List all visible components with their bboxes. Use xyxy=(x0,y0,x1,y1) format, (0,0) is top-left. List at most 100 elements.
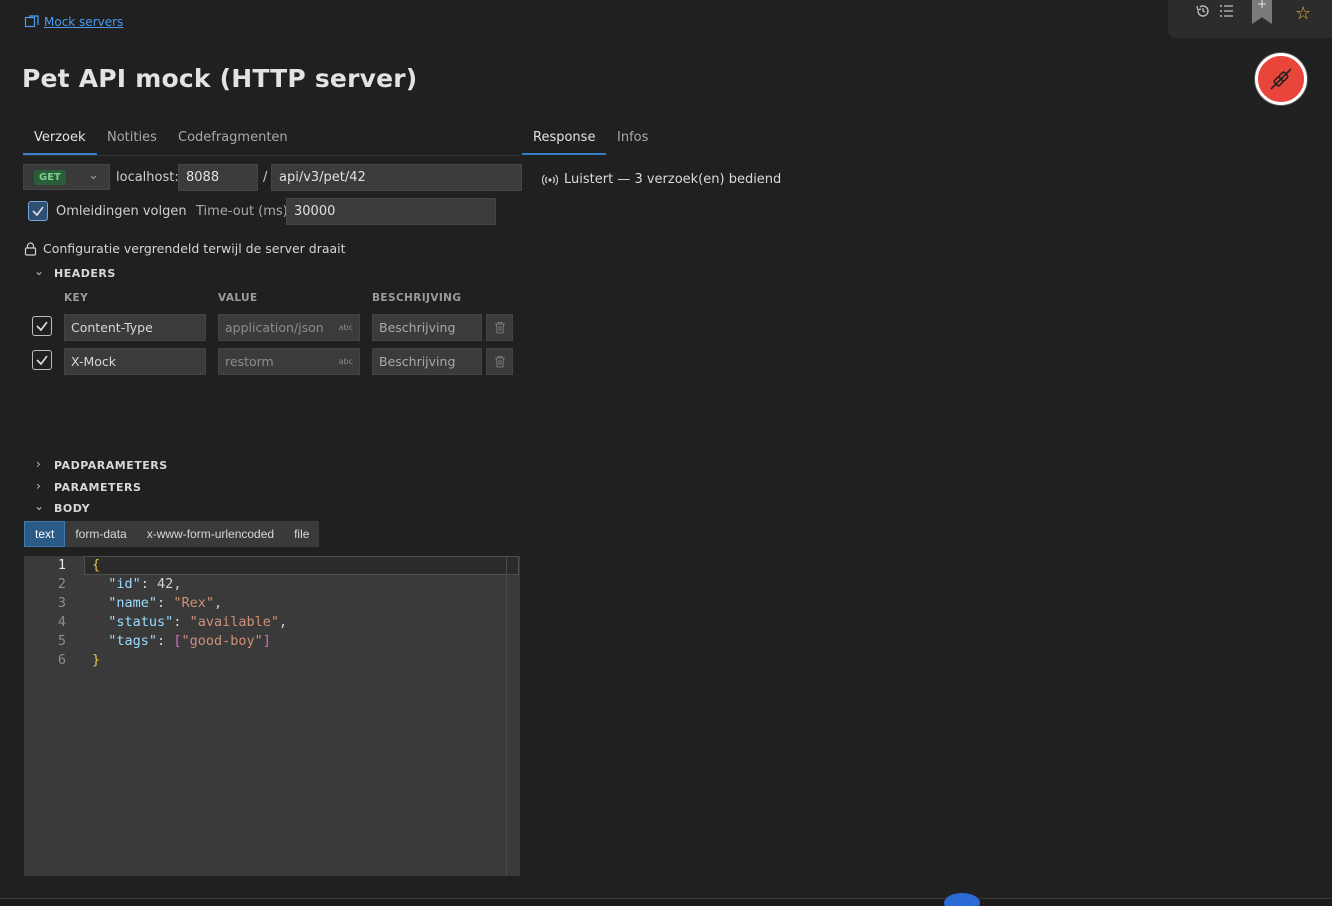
header-key-input[interactable]: Content-Type xyxy=(64,314,206,341)
mock-server-icon xyxy=(24,15,39,28)
check-icon xyxy=(32,206,44,217)
star-icon[interactable]: ☆ xyxy=(1295,3,1311,24)
column-key: KEY xyxy=(64,292,89,304)
header-value-text: application/json xyxy=(225,320,324,335)
plug-disconnect-icon xyxy=(1270,68,1292,90)
tab-verzoek[interactable]: Verzoek xyxy=(23,130,97,155)
close-bracket: ] xyxy=(262,633,271,649)
body-tab-urlencoded[interactable]: x-www-form-urlencoded xyxy=(137,521,284,547)
comma: , xyxy=(173,576,182,592)
json-key: "name" xyxy=(108,595,158,611)
header-value-input[interactable]: restorm abc xyxy=(218,348,360,375)
tab-codefragmenten[interactable]: Codefragmenten xyxy=(167,130,299,155)
lock-notice: Configuratie vergrendeld terwijl de serv… xyxy=(24,241,346,256)
params-section-title[interactable]: PARAMETERS xyxy=(54,481,141,494)
body-tab-form-data[interactable]: form-data xyxy=(65,521,136,547)
json-value: "good-boy" xyxy=(181,633,263,649)
trash-icon xyxy=(494,322,505,334)
path-separator: / xyxy=(263,170,268,185)
body-tab-file[interactable]: file xyxy=(284,521,319,547)
chevron-down-icon[interactable]: ⌄ xyxy=(34,264,44,278)
follow-redirects-label: Omleidingen volgen xyxy=(56,204,187,219)
code-line: "tags": ["good-boy"] xyxy=(92,632,287,651)
header-description-input[interactable]: Beschrijving xyxy=(372,348,482,375)
json-value: "available" xyxy=(189,614,279,630)
header-key-input[interactable]: X-Mock xyxy=(64,348,206,375)
line-number: 4 xyxy=(57,614,66,630)
line-number: 5 xyxy=(57,633,66,649)
value-type-indicator[interactable]: abc xyxy=(339,315,353,340)
broadcast-icon xyxy=(542,174,558,185)
colon: : xyxy=(173,614,190,630)
comma: , xyxy=(213,595,223,611)
chevron-right-icon[interactable]: › xyxy=(36,479,41,493)
code-content[interactable]: { "id": 42, "name": "Rex", "status": "av… xyxy=(92,556,287,670)
body-editor[interactable]: 1 2 3 4 5 6 { "id": 42, "name": "Rex", "… xyxy=(24,556,520,876)
code-line: { xyxy=(92,556,287,575)
column-description: BESCHRIJVING xyxy=(372,292,462,304)
editor-scrollbar[interactable] xyxy=(506,556,507,876)
column-value: VALUE xyxy=(218,292,258,304)
trash-icon xyxy=(494,356,505,368)
response-status: Luistert — 3 verzoek(en) bediend xyxy=(542,172,781,187)
json-key: "id" xyxy=(108,576,141,592)
follow-redirects-checkbox[interactable] xyxy=(28,201,48,221)
line-number: 6 xyxy=(57,652,66,668)
chevron-down-icon: ⌄ xyxy=(88,168,99,183)
line-number-gutter: 1 2 3 4 5 6 xyxy=(24,556,84,670)
method-select[interactable]: GET ⌄ xyxy=(23,164,110,190)
tab-infos[interactable]: Infos xyxy=(606,130,659,155)
lock-icon xyxy=(24,241,37,256)
page-title: Pet API mock (HTTP server) xyxy=(22,64,418,93)
list-icon[interactable] xyxy=(1219,3,1235,23)
line-number: 2 xyxy=(57,576,66,592)
delete-header-button[interactable] xyxy=(486,314,513,341)
body-section-title[interactable]: BODY xyxy=(54,502,90,515)
timeout-label: Time-out (ms) xyxy=(196,204,288,219)
server-status-badge[interactable] xyxy=(1255,53,1307,105)
body-tab-text[interactable]: text xyxy=(24,521,66,547)
method-badge: GET xyxy=(34,170,66,185)
plus-icon: + xyxy=(1257,0,1268,11)
code-line: "id": 42, xyxy=(92,575,287,594)
colon: : xyxy=(157,633,174,649)
json-key: "tags" xyxy=(108,633,158,649)
json-value: 42 xyxy=(157,576,174,592)
close-brace: } xyxy=(92,652,101,668)
line-number: 3 xyxy=(57,595,66,611)
colon: : xyxy=(140,576,158,592)
code-line: } xyxy=(92,651,287,670)
port-input[interactable]: 8088 xyxy=(178,164,258,191)
floating-indicator[interactable] xyxy=(944,893,980,906)
json-value: "Rex" xyxy=(173,595,214,611)
tab-response[interactable]: Response xyxy=(522,130,607,155)
open-brace: { xyxy=(92,557,101,573)
header-description-input[interactable]: Beschrijving xyxy=(372,314,482,341)
delete-header-button[interactable] xyxy=(486,348,513,375)
code-line: "status": "available", xyxy=(92,613,287,632)
tab-divider xyxy=(23,155,521,156)
breadcrumb-link[interactable]: Mock servers xyxy=(44,15,123,29)
header-value-text: restorm xyxy=(225,354,274,369)
path-input[interactable]: api/v3/pet/42 xyxy=(271,164,522,191)
header-enabled-checkbox[interactable] xyxy=(32,316,52,336)
body-type-tabs: text form-data x-www-form-urlencoded fil… xyxy=(24,521,320,547)
header-enabled-checkbox[interactable] xyxy=(32,350,52,370)
check-icon xyxy=(36,355,48,366)
header-value-input[interactable]: application/json abc xyxy=(218,314,360,341)
top-toolbar: + ☆ xyxy=(1168,0,1332,38)
chevron-down-icon[interactable]: ⌄ xyxy=(34,499,44,513)
path-params-section-title[interactable]: PADPARAMETERS xyxy=(54,459,168,472)
lock-notice-text: Configuratie vergrendeld terwijl de serv… xyxy=(43,241,346,256)
tab-notities[interactable]: Notities xyxy=(96,130,168,155)
value-type-indicator[interactable]: abc xyxy=(339,349,353,374)
code-line: "name": "Rex", xyxy=(92,594,287,613)
bottom-bar xyxy=(0,898,1332,906)
headers-section-title[interactable]: HEADERS xyxy=(54,267,116,280)
host-label: localhost: xyxy=(116,170,179,185)
chevron-right-icon[interactable]: › xyxy=(36,457,41,471)
timeout-input[interactable]: 30000 xyxy=(286,198,496,225)
history-icon[interactable] xyxy=(1195,3,1211,23)
colon: : xyxy=(157,595,174,611)
breadcrumb[interactable]: Mock servers xyxy=(24,15,123,29)
